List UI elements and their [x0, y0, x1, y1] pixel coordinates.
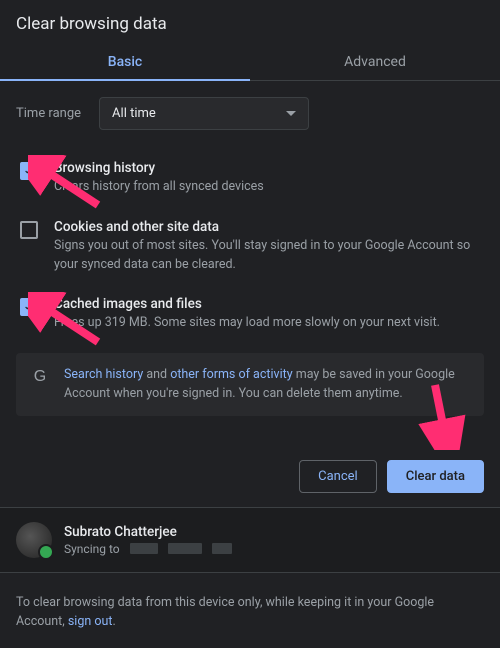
- avatar: [16, 522, 52, 558]
- option-title: Cached images and files: [54, 296, 480, 312]
- dialog-buttons: Cancel Clear data: [0, 448, 500, 507]
- tab-advanced[interactable]: Advanced: [250, 42, 500, 80]
- time-range-select[interactable]: All time: [99, 97, 309, 130]
- google-icon: G: [30, 367, 50, 387]
- options-list: Browsing history Clears history from all…: [16, 150, 484, 345]
- account-sync-status: Syncing to: [64, 542, 484, 556]
- option-cookies: Cookies and other site data Signs you ou…: [16, 209, 484, 287]
- chevron-down-icon: [286, 111, 296, 116]
- redacted: [168, 543, 202, 554]
- option-desc: Signs you out of most sites. You'll stay…: [54, 237, 480, 275]
- cancel-button[interactable]: Cancel: [299, 460, 377, 493]
- dialog-title: Clear browsing data: [0, 0, 500, 42]
- option-browsing-history: Browsing history Clears history from all…: [16, 150, 484, 209]
- redacted: [130, 543, 158, 554]
- checkbox-browsing-history[interactable]: [20, 162, 38, 180]
- info-text: Search history and other forms of activi…: [64, 365, 470, 404]
- check-icon: [22, 300, 36, 314]
- clear-data-button[interactable]: Clear data: [387, 460, 484, 493]
- account-name: Subrato Chatterjee: [64, 524, 484, 540]
- option-desc: Clears history from all synced devices: [54, 178, 480, 197]
- redacted: [212, 543, 232, 554]
- footer-text: To clear browsing data from this device …: [0, 573, 500, 648]
- option-desc: Frees up 319 MB. Some sites may load mor…: [54, 314, 480, 333]
- time-range-value: All time: [112, 106, 156, 121]
- sign-out-link[interactable]: sign out: [68, 614, 113, 629]
- option-title: Browsing history: [54, 160, 480, 176]
- checkbox-cookies[interactable]: [20, 221, 38, 239]
- check-icon: [22, 164, 36, 178]
- info-box: G Search history and other forms of acti…: [16, 353, 484, 416]
- search-history-link[interactable]: Search history: [64, 367, 143, 382]
- time-range-label: Time range: [16, 106, 81, 121]
- checkbox-cache[interactable]: [20, 298, 38, 316]
- option-cache: Cached images and files Frees up 319 MB.…: [16, 286, 484, 345]
- tabs: Basic Advanced: [0, 42, 500, 81]
- option-title: Cookies and other site data: [54, 219, 480, 235]
- other-activity-link[interactable]: other forms of activity: [170, 367, 292, 382]
- tab-basic[interactable]: Basic: [0, 42, 250, 80]
- account-row: Subrato Chatterjee Syncing to: [0, 508, 500, 572]
